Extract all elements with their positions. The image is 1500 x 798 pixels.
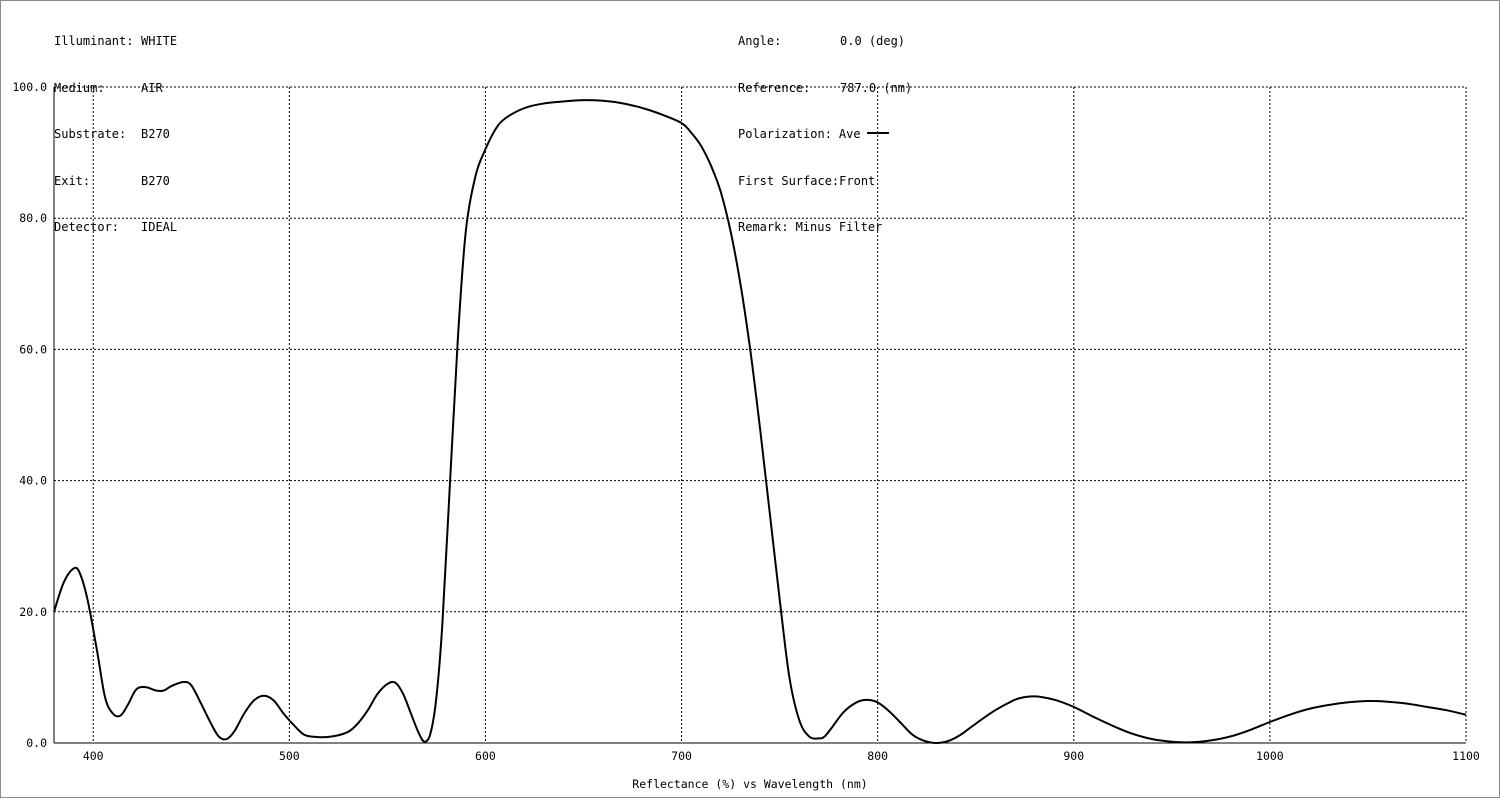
x-tick-label: 700 <box>671 749 692 763</box>
x-tick-label: 400 <box>83 749 104 763</box>
chart-grid <box>54 86 1466 743</box>
chart-axes <box>53 87 1467 744</box>
x-tick-label: 1000 <box>1256 749 1284 763</box>
y-tick-label: 40.0 <box>19 474 47 488</box>
y-tick-label: 60.0 <box>19 342 47 356</box>
x-tick-label: 500 <box>279 749 300 763</box>
reflectance-chart: 400 500 600 700 800 900 1000 1100 0.0 20.0 40.0 60.… <box>12 80 1480 791</box>
y-tick-label: 0.0 <box>26 736 47 750</box>
x-tick-label: 800 <box>867 749 888 763</box>
x-axis-label: Reflectance (%) vs Wavelength (nm) <box>632 777 867 791</box>
x-tick-label: 900 <box>1063 749 1084 763</box>
series-line-ave <box>53 99 1467 744</box>
chart-tick-labels: 400 500 600 700 800 900 1000 1100 0.0 20.0 40.0 60.… <box>12 80 1480 763</box>
y-tick-label: 100.0 <box>12 80 47 94</box>
y-tick-label: 80.0 <box>19 211 47 225</box>
x-tick-label: 1100 <box>1452 749 1480 763</box>
y-tick-label: 20.0 <box>19 605 47 619</box>
chart-series <box>53 99 1467 744</box>
x-tick-label: 600 <box>475 749 496 763</box>
